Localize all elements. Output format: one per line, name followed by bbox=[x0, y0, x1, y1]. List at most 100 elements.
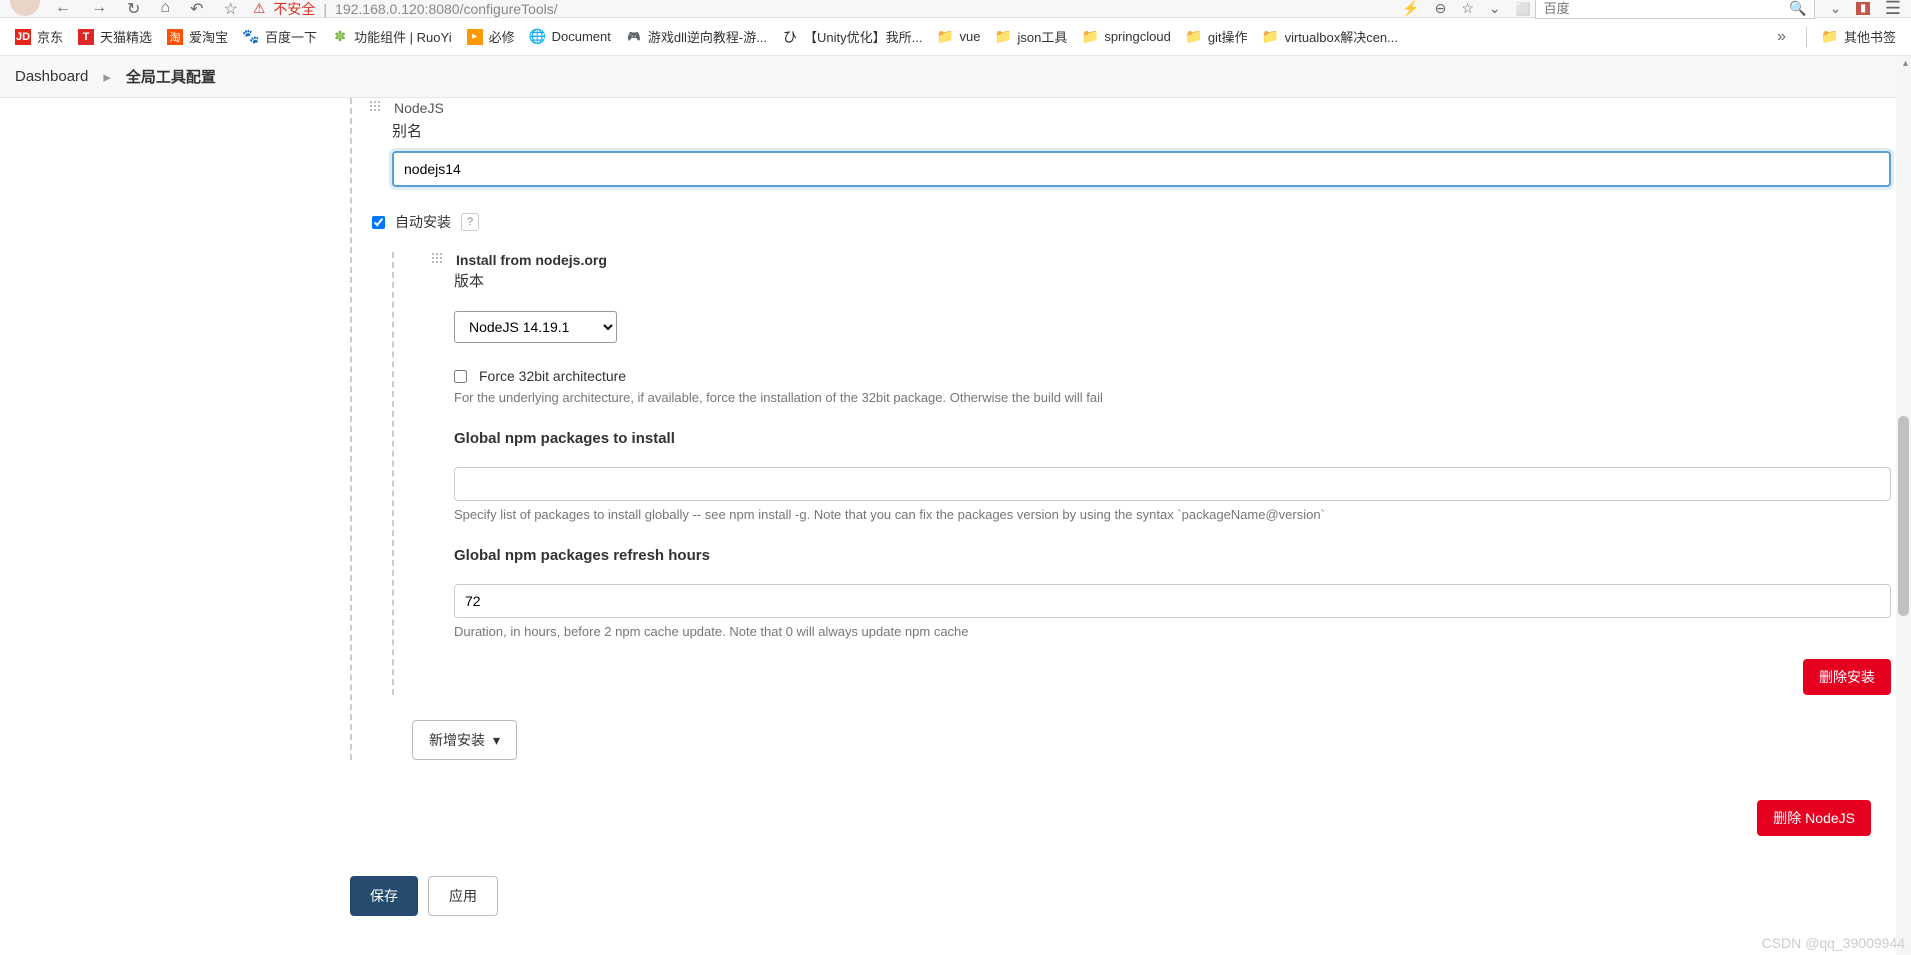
bookmark-game[interactable]: 🎮游戏dll逆向教程-游... bbox=[626, 27, 767, 46]
version-select[interactable]: NodeJS 14.19.1 bbox=[454, 311, 617, 343]
scrollbar-thumb[interactable] bbox=[1898, 416, 1909, 616]
course-icon: ▸ bbox=[467, 29, 483, 45]
bookmarks-bar: JD京东 T天猫精选 淘爱淘宝 🐾百度一下 ✽功能组件 | RuoYi ▸必修 … bbox=[0, 18, 1911, 56]
browser-right-icons: ⚡ ⊖ ☆ ⌄ ⬜ 🔍 ⌄ ▮ ☰ bbox=[1402, 0, 1901, 19]
folder-icon: 📁 bbox=[1822, 29, 1838, 45]
browser-chrome: ← → ↻ ⌂ ↶ ☆ ⚠ 不安全 | 192.168.0.120:8080/c… bbox=[0, 0, 1911, 18]
folder-icon: 📁 bbox=[1082, 29, 1098, 45]
dropdown-icon[interactable]: ⌄ bbox=[1489, 0, 1501, 17]
url-separator: | bbox=[323, 1, 327, 17]
bookmark-other[interactable]: 📁其他书签 bbox=[1822, 27, 1896, 46]
delete-install-button[interactable]: 删除安装 bbox=[1803, 659, 1891, 695]
drag-handle-icon[interactable] bbox=[432, 253, 446, 267]
apply-button[interactable]: 应用 bbox=[428, 876, 498, 916]
star-icon[interactable]: ☆ bbox=[223, 0, 237, 19]
global-packages-field: Global npm packages to install Specify l… bbox=[454, 430, 1891, 522]
content: NodeJS 别名 自动安装 ? Install from nodejs.org… bbox=[0, 98, 1911, 946]
download-icon[interactable]: ⌄ bbox=[1830, 0, 1842, 17]
search-icon[interactable]: 🔍 bbox=[1789, 0, 1806, 17]
favorite-icon[interactable]: ☆ bbox=[1461, 0, 1474, 17]
avatar[interactable] bbox=[10, 0, 40, 16]
installer-header: Install from nodejs.org bbox=[432, 252, 1891, 268]
installer-block: Install from nodejs.org 版本 NodeJS 14.19.… bbox=[392, 252, 1891, 695]
global-packages-input[interactable] bbox=[454, 467, 1891, 501]
pdf-icon[interactable]: ▮ bbox=[1856, 2, 1870, 15]
alias-label: 别名 bbox=[392, 120, 1891, 141]
nodejs-label: NodeJS bbox=[394, 100, 444, 116]
bookmark-tmall[interactable]: T天猫精选 bbox=[78, 27, 152, 46]
refresh-hours-label: Global npm packages refresh hours bbox=[454, 547, 1891, 564]
auto-install-label: 自动安装 bbox=[395, 212, 451, 232]
globe-icon: 🌐 bbox=[530, 29, 546, 45]
bookmarks-divider bbox=[1806, 27, 1807, 47]
bookmark-json[interactable]: 📁json工具 bbox=[995, 27, 1067, 46]
zoom-icon[interactable]: ⊖ bbox=[1435, 0, 1447, 17]
nodejs-header: NodeJS bbox=[370, 98, 1891, 116]
game-icon: 🎮 bbox=[626, 29, 642, 45]
force32-checkbox[interactable] bbox=[454, 370, 467, 383]
alias-input[interactable] bbox=[392, 151, 1891, 187]
chevron-down-icon: ▾ bbox=[493, 732, 500, 749]
menu-icon[interactable]: ☰ bbox=[1885, 0, 1901, 19]
bookmark-taobao[interactable]: 淘爱淘宝 bbox=[167, 27, 228, 46]
folder-icon: 📁 bbox=[1186, 29, 1202, 45]
more-bookmarks-icon[interactable]: » bbox=[1772, 28, 1791, 46]
home-icon[interactable]: ⌂ bbox=[160, 0, 170, 19]
drag-handle-icon[interactable] bbox=[370, 101, 384, 115]
bookmark-jd[interactable]: JD京东 bbox=[15, 27, 63, 46]
browser-search: ⬜ 🔍 bbox=[1516, 0, 1815, 19]
bookmark-bixiu[interactable]: ▸必修 bbox=[467, 27, 515, 46]
taobao-icon: 淘 bbox=[167, 29, 183, 45]
leaf-icon: ✽ bbox=[332, 29, 348, 45]
save-button[interactable]: 保存 bbox=[350, 876, 418, 916]
folder-icon: 📁 bbox=[995, 29, 1011, 45]
flash-icon[interactable]: ⚡ bbox=[1402, 0, 1419, 17]
scrollbar-up-icon[interactable]: ▴ bbox=[1903, 58, 1908, 69]
delete-nodejs-row: 删除 NodeJS bbox=[350, 800, 1871, 836]
paw-icon: 🐾 bbox=[243, 29, 259, 45]
bookmark-baidu[interactable]: 🐾百度一下 bbox=[243, 27, 317, 46]
global-packages-help: Specify list of packages to install glob… bbox=[454, 507, 1891, 522]
insecure-warning-icon: ⚠ bbox=[253, 0, 266, 17]
jd-icon: JD bbox=[15, 29, 31, 45]
bookmark-ruoyi[interactable]: ✽功能组件 | RuoYi bbox=[332, 27, 452, 46]
back-icon[interactable]: ← bbox=[55, 0, 71, 19]
url-section: ⚠ 不安全 | 192.168.0.120:8080/configureTool… bbox=[253, 0, 1387, 19]
url-text[interactable]: 192.168.0.120:8080/configureTools/ bbox=[335, 1, 558, 17]
forward-icon[interactable]: → bbox=[91, 0, 107, 19]
help-icon[interactable]: ? bbox=[461, 213, 479, 231]
insecure-label: 不安全 bbox=[273, 0, 315, 19]
reload-icon[interactable]: ↻ bbox=[127, 0, 140, 19]
auto-install-checkbox[interactable] bbox=[372, 216, 385, 229]
content-wrapper: NodeJS 别名 自动安装 ? Install from nodejs.org… bbox=[0, 98, 1911, 946]
bookmark-document[interactable]: 🌐Document bbox=[530, 29, 611, 45]
refresh-hours-input[interactable] bbox=[454, 584, 1891, 618]
force32-label: Force 32bit architecture bbox=[479, 368, 626, 384]
refresh-hours-help: Duration, in hours, before 2 npm cache u… bbox=[454, 624, 1891, 639]
global-packages-label: Global npm packages to install bbox=[454, 430, 1891, 447]
bookmark-unity[interactable]: ひ【Unity优化】我所... bbox=[782, 27, 922, 46]
undo-icon[interactable]: ↶ bbox=[190, 0, 203, 19]
bookmark-virtualbox[interactable]: 📁virtualbox解决cen... bbox=[1263, 27, 1398, 46]
add-install-button[interactable]: 新增安装 ▾ bbox=[412, 720, 517, 760]
bookmark-vue[interactable]: 📁vue bbox=[938, 29, 981, 45]
browser-search-input[interactable] bbox=[1535, 0, 1815, 19]
scrollbar[interactable]: ▴ bbox=[1896, 56, 1911, 955]
add-installer-row: 新增安装 ▾ bbox=[370, 720, 1891, 760]
force32-field: Force 32bit architecture For the underly… bbox=[454, 368, 1891, 405]
delete-install-row: 删除安装 bbox=[454, 659, 1891, 695]
bookmark-springcloud[interactable]: 📁springcloud bbox=[1082, 29, 1171, 45]
delete-nodejs-button[interactable]: 删除 NodeJS bbox=[1757, 800, 1871, 836]
breadcrumb-separator-icon: ▸ bbox=[103, 68, 111, 86]
unity-icon: ひ bbox=[782, 29, 798, 45]
nodejs-section: NodeJS 别名 自动安装 ? Install from nodejs.org… bbox=[350, 98, 1891, 760]
folder-icon: 📁 bbox=[938, 29, 954, 45]
form-actions: 保存 应用 bbox=[350, 861, 1891, 916]
refresh-hours-field: Global npm packages refresh hours Durati… bbox=[454, 547, 1891, 639]
install-from-label: Install from nodejs.org bbox=[456, 252, 607, 268]
browser-nav-icons: ← → ↻ ⌂ ↶ ☆ bbox=[55, 0, 238, 19]
breadcrumb: Dashboard ▸ 全局工具配置 bbox=[0, 56, 1911, 98]
bookmark-git[interactable]: 📁git操作 bbox=[1186, 27, 1248, 46]
version-label: 版本 bbox=[454, 270, 1891, 291]
breadcrumb-dashboard[interactable]: Dashboard bbox=[15, 68, 88, 85]
